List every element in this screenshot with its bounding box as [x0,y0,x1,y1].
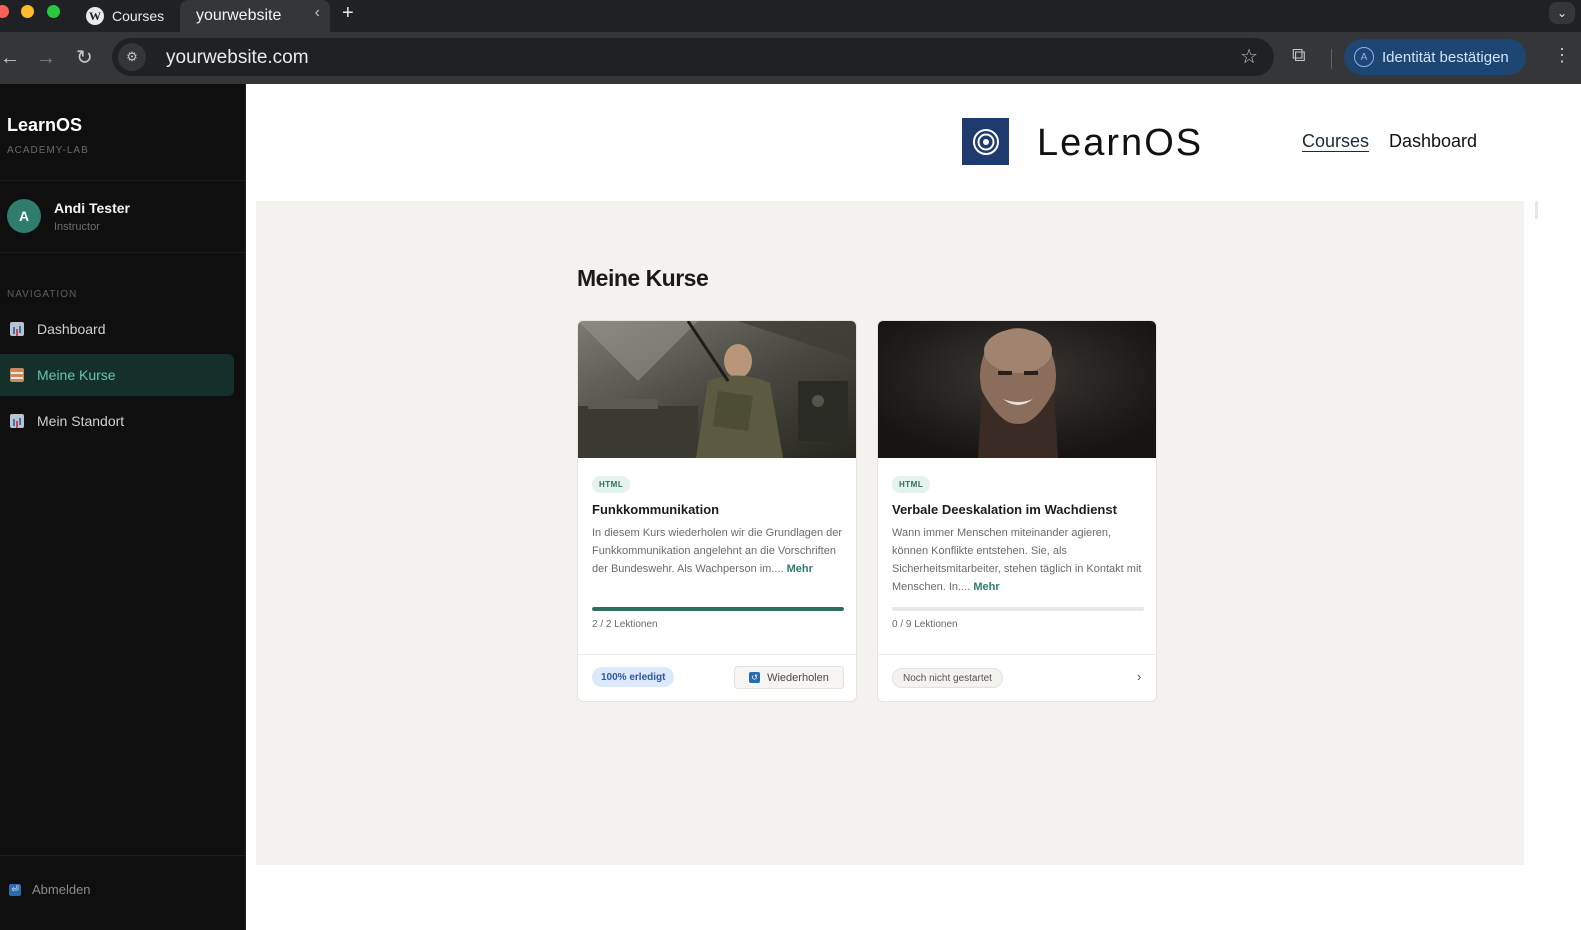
progress-bar [892,607,1144,611]
minimize-window-button[interactable] [21,5,34,18]
course-image [878,321,1156,458]
chevron-right-icon[interactable]: › [1137,669,1141,684]
reload-icon[interactable]: ↻ [76,46,93,70]
progress-bar [592,607,844,611]
repeat-button[interactable]: ↺ Wiederholen [734,666,844,689]
logout-button[interactable]: ⏎ Abmelden [9,882,91,897]
more-link[interactable]: Mehr [973,581,999,593]
course-card-funkkommunikation[interactable]: HTML Funkkommunikation In diesem Kurs wi… [577,320,857,702]
site-title[interactable]: LearnOS [1037,122,1203,165]
sidebar-item-meine-kurse[interactable]: Meine Kurse [0,354,234,396]
forward-icon[interactable]: → [36,46,56,70]
course-type-badge: HTML [892,476,931,493]
sidebar-item-label: Mein Standort [37,413,125,429]
main-page: LearnOS Courses Dashboard Meine Kurse HT… [246,84,1581,930]
progress-fill [592,607,844,611]
chart-icon [10,322,24,336]
avatar[interactable]: A [7,199,41,233]
sidebar-item-dashboard[interactable]: Dashboard [0,308,234,350]
browser-toolbar: ← → ↻ ⚙ yourwebsite.com ☆ ⧉ A Identität … [0,32,1581,84]
toolbar-divider [1331,49,1332,69]
logout-label: Abmelden [32,882,91,897]
user-role: Instructor [54,221,100,233]
course-title[interactable]: Verbale Deeskalation im Wachdienst [892,502,1117,517]
books-icon [10,368,24,382]
sidebar-item-label: Dashboard [37,321,106,337]
sidebar-divider [0,252,246,253]
sidebar-item-mein-standort[interactable]: Mein Standort [0,400,234,442]
course-description: In diesem Kurs wiederholen wir die Grund… [592,524,846,578]
card-divider [578,654,856,655]
browser-menu-icon[interactable]: ⋮ [1553,45,1571,66]
lesson-count: 2 / 2 Lektionen [592,619,658,630]
tab-label: Courses [112,8,165,24]
status-badge: 100% erledigt [592,667,675,687]
course-description-text: Wann immer Menschen miteinander agieren,… [892,527,1142,593]
tab-label: yourwebsite [196,7,282,24]
courses-section: Meine Kurse HTML Funkkommunikation In di… [256,201,1524,865]
nav-heading: NAVIGATION [7,289,78,300]
url-text[interactable]: yourwebsite.com [166,47,309,69]
profile-avatar-icon: A [1354,47,1374,67]
tab-scroll-left-icon[interactable]: ‹ [315,4,320,22]
sidebar-divider [0,855,246,856]
back-icon[interactable]: ← [0,46,20,70]
sidebar-brand[interactable]: LearnOS [7,115,82,136]
tab-yourwebsite[interactable]: yourwebsite ‹ [180,0,330,32]
site-logo[interactable] [962,118,1009,165]
sidebar-brand-subtitle: ACADEMY-LAB [7,145,89,156]
scrollbar[interactable] [1535,201,1538,219]
course-title[interactable]: Funkkommunikation [592,502,719,517]
sidebar: LearnOS ACADEMY-LAB A Andi Tester Instru… [0,84,246,930]
close-window-button[interactable] [0,5,9,18]
new-tab-button[interactable]: + [342,0,354,26]
chart-icon [10,414,24,428]
identity-button[interactable]: A Identität bestätigen [1344,39,1526,75]
page-title: Meine Kurse [577,265,709,291]
browser-tab-bar: W Courses yourwebsite ‹ + ⌄ [0,0,1581,32]
course-type-badge: HTML [592,476,631,493]
site-settings-icon[interactable]: ⚙ [118,43,146,71]
course-card-verbale-deeskalation[interactable]: HTML Verbale Deeskalation im Wachdienst … [877,320,1157,702]
sidebar-item-label: Meine Kurse [37,367,116,383]
more-link[interactable]: Mehr [787,563,813,575]
user-name: Andi Tester [54,200,130,216]
tab-courses[interactable]: W Courses [78,0,180,32]
extensions-icon[interactable]: ⧉ [1292,45,1306,67]
status-badge: Noch nicht gestartet [892,668,1003,688]
lesson-count: 0 / 9 Lektionen [892,619,958,630]
nav-link-courses[interactable]: Courses [1302,131,1369,152]
card-divider [878,654,1156,655]
wordpress-icon: W [86,7,104,25]
bookmark-star-icon[interactable]: ☆ [1240,44,1258,69]
target-icon [972,128,999,155]
sidebar-divider [0,180,246,181]
nav-link-dashboard[interactable]: Dashboard [1389,131,1477,152]
course-image [578,321,856,458]
address-bar[interactable]: ⚙ yourwebsite.com ☆ [112,38,1274,76]
course-description: Wann immer Menschen miteinander agieren,… [892,524,1146,596]
repeat-icon: ↺ [749,672,761,683]
identity-label: Identität bestätigen [1382,48,1509,66]
maximize-window-button[interactable] [47,5,60,18]
logout-icon: ⏎ [9,883,21,896]
repeat-button-label: Wiederholen [767,671,829,684]
tab-search-button[interactable]: ⌄ [1549,2,1575,24]
